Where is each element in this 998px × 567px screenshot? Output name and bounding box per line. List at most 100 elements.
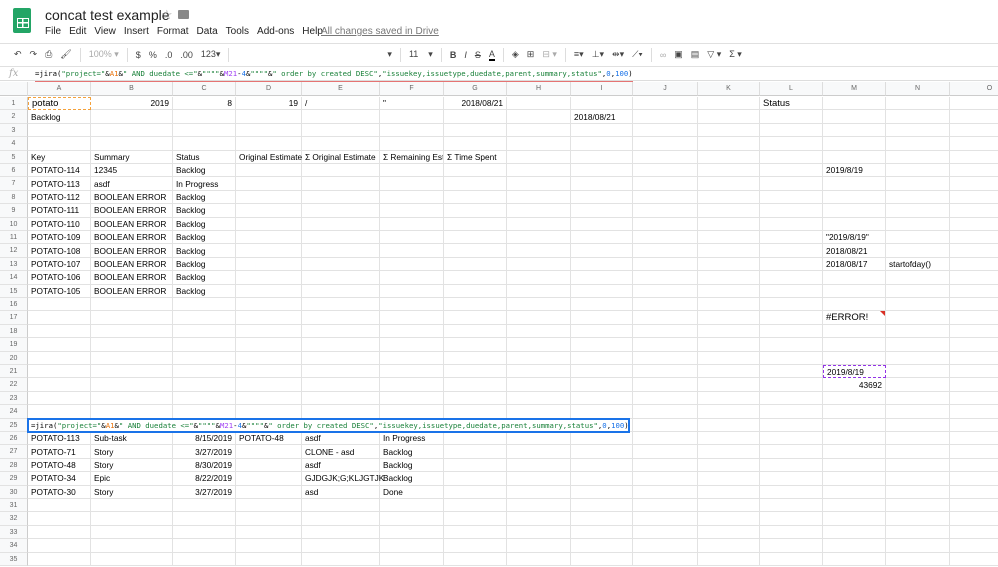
cell-o1[interactable]: [950, 97, 998, 111]
cell-h26[interactable]: [507, 432, 571, 446]
cell-b17[interactable]: [91, 311, 173, 325]
cell-k12[interactable]: [698, 244, 760, 258]
cell-i31[interactable]: [571, 499, 633, 513]
cell-h20[interactable]: [507, 351, 571, 365]
cell-g6[interactable]: [444, 164, 507, 178]
cell-b23[interactable]: [91, 391, 173, 406]
cell-d34[interactable]: [236, 539, 302, 553]
cell-g11[interactable]: [444, 231, 507, 245]
row-header-2[interactable]: 2: [0, 110, 28, 124]
cell-b28[interactable]: Story: [91, 458, 173, 473]
cell-m4[interactable]: [823, 137, 886, 151]
cell-m34[interactable]: [823, 539, 886, 553]
cell-l13[interactable]: [760, 257, 823, 272]
row-header-35[interactable]: 35: [0, 552, 28, 566]
cell-k31[interactable]: [698, 499, 760, 513]
cell-f27[interactable]: Backlog: [380, 445, 444, 459]
cell-i19[interactable]: [571, 338, 633, 352]
cell-n13[interactable]: startofday(): [886, 257, 950, 272]
cell-o13[interactable]: [950, 258, 998, 272]
cell-k10[interactable]: [698, 217, 760, 231]
row-header-28[interactable]: 28: [0, 458, 28, 473]
cell-g31[interactable]: [444, 499, 507, 513]
cell-n2[interactable]: [886, 110, 950, 124]
cell-o11[interactable]: [950, 231, 998, 245]
cell-a28[interactable]: POTATO-48: [28, 458, 91, 473]
font-size-select[interactable]: 11 ▾: [409, 49, 433, 60]
cell-j7[interactable]: [633, 177, 698, 191]
cell-d32[interactable]: [236, 512, 302, 526]
percent-button[interactable]: %: [149, 50, 157, 60]
cell-i23[interactable]: [571, 391, 633, 406]
cell-l3[interactable]: [760, 123, 823, 138]
cell-j32[interactable]: [633, 512, 698, 526]
cell-o12[interactable]: [950, 244, 998, 258]
cell-o34[interactable]: [950, 539, 998, 553]
menu-insert[interactable]: Insert: [124, 26, 149, 37]
cell-g30[interactable]: [444, 485, 507, 499]
row-header-21[interactable]: 21: [0, 365, 28, 379]
cell-f19[interactable]: [380, 338, 444, 352]
cell-o16[interactable]: [950, 298, 998, 312]
cell-o25[interactable]: [950, 419, 998, 432]
cell-k15[interactable]: [698, 284, 760, 298]
cell-c16[interactable]: [173, 298, 236, 312]
cell-k8[interactable]: [698, 190, 760, 205]
cell-d2[interactable]: [236, 110, 302, 124]
cell-k16[interactable]: [698, 298, 760, 312]
cell-o29[interactable]: [950, 472, 998, 486]
cell-l15[interactable]: [760, 284, 823, 298]
cell-n20[interactable]: [886, 351, 950, 365]
cell-e26[interactable]: asdf: [302, 432, 380, 446]
cell-l22[interactable]: [760, 378, 823, 392]
cell-g8[interactable]: [444, 190, 507, 205]
cell-m11[interactable]: "2019/8/19": [823, 231, 886, 245]
cell-n33[interactable]: [886, 525, 950, 540]
cell-l27[interactable]: [760, 445, 823, 459]
column-header-a[interactable]: A: [28, 82, 91, 96]
cell-e28[interactable]: asdf: [302, 458, 380, 473]
cell-n8[interactable]: [886, 190, 950, 205]
cell-j27[interactable]: [633, 445, 698, 459]
cell-k26[interactable]: [698, 432, 760, 446]
cell-n22[interactable]: [886, 378, 950, 392]
row-header-26[interactable]: 26: [0, 432, 28, 446]
cell-j19[interactable]: [633, 338, 698, 352]
cell-a2[interactable]: Backlog: [28, 110, 91, 124]
cell-e30[interactable]: asd: [302, 485, 380, 499]
cell-m14[interactable]: [823, 271, 886, 285]
cell-j26[interactable]: [633, 432, 698, 446]
cell-l12[interactable]: [760, 244, 823, 258]
cell-c1[interactable]: 8: [173, 97, 236, 111]
row-header-5[interactable]: 5: [0, 150, 28, 164]
cell-a20[interactable]: [28, 351, 91, 365]
cell-c24[interactable]: [173, 405, 236, 419]
cell-g4[interactable]: [444, 137, 507, 151]
cell-n16[interactable]: [886, 298, 950, 312]
cell-i18[interactable]: [571, 324, 633, 339]
cell-e14[interactable]: [302, 271, 380, 285]
cell-k34[interactable]: [698, 539, 760, 553]
cell-f1[interactable]: ": [380, 97, 444, 111]
cell-e27[interactable]: CLONE - asd: [302, 445, 380, 459]
cell-e10[interactable]: [302, 217, 380, 231]
cell-f17[interactable]: [380, 311, 444, 325]
row-header-3[interactable]: 3: [0, 123, 28, 138]
cell-d10[interactable]: [236, 217, 302, 231]
cell-i7[interactable]: [571, 177, 633, 191]
cell-h24[interactable]: [507, 405, 571, 419]
cell-k35[interactable]: [698, 552, 760, 566]
cell-d30[interactable]: [236, 485, 302, 499]
cell-m32[interactable]: [823, 512, 886, 526]
cell-i24[interactable]: [571, 405, 633, 419]
cell-o4[interactable]: [950, 137, 998, 151]
cell-o28[interactable]: [950, 459, 998, 473]
cell-k9[interactable]: [698, 204, 760, 218]
increase-decimal-button[interactable]: .00: [180, 50, 193, 60]
cell-j14[interactable]: [633, 271, 698, 285]
cell-c26[interactable]: 8/15/2019: [173, 432, 236, 446]
cell-f5[interactable]: Σ Remaining Esti: [380, 150, 444, 164]
cell-h5[interactable]: [507, 150, 571, 164]
cell-a33[interactable]: [28, 525, 91, 540]
row-header-34[interactable]: 34: [0, 539, 28, 553]
